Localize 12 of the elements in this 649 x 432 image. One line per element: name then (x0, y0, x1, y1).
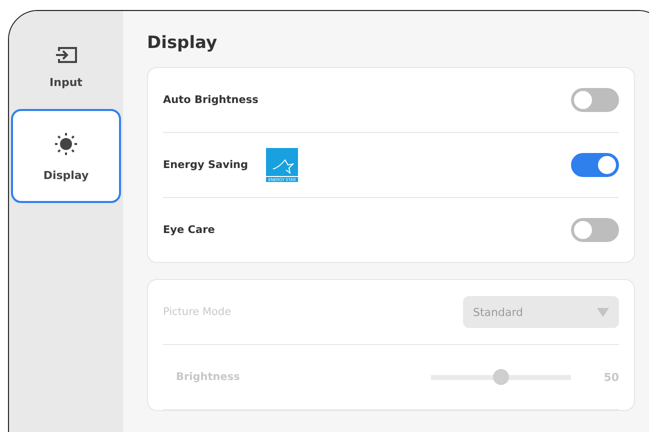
setting-label: Auto Brightness (163, 94, 258, 106)
sidebar-item[interactable]: Input (11, 25, 121, 109)
setting-label: Energy Saving (163, 159, 248, 171)
caret-icon (597, 308, 609, 316)
toggle-switch[interactable] (571, 218, 619, 242)
setting-label: Eye Care (163, 224, 215, 236)
sidebar-item[interactable]: Display (11, 109, 121, 203)
input-icon (54, 46, 78, 64)
toggle-switch[interactable] (571, 88, 619, 112)
toggle-switch[interactable] (571, 153, 619, 177)
page-title: Display (147, 33, 218, 53)
sun-icon (53, 130, 79, 156)
